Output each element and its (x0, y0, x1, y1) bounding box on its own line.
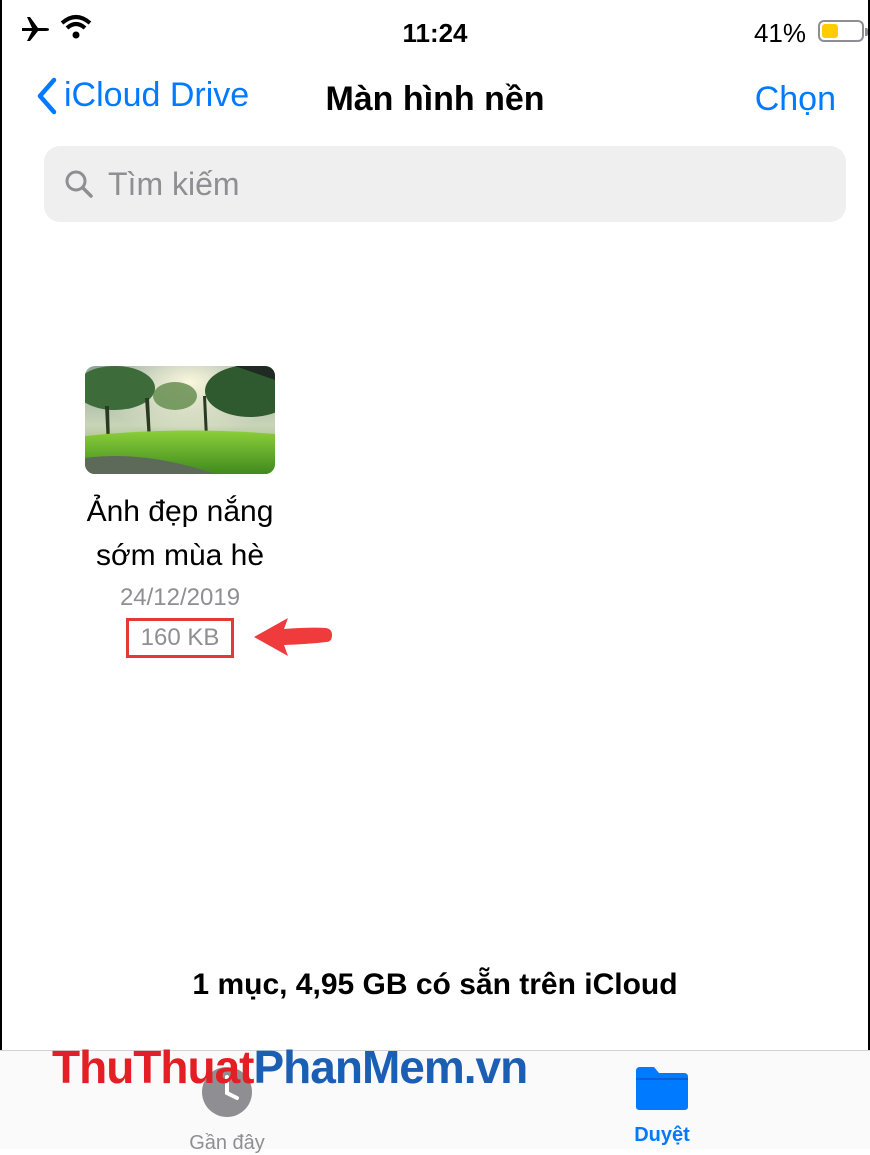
battery-icon (818, 20, 868, 42)
file-thumbnail (85, 366, 275, 474)
battery-percent: 41% (753, 18, 806, 48)
file-name-line-1: Ảnh đẹp nắng (86, 495, 274, 528)
file-size-highlight: 160 KB (125, 618, 235, 658)
highlight-arrow-icon (254, 618, 332, 656)
search-input[interactable] (106, 164, 810, 204)
file-name-line-2: sớm mùa hè (95, 539, 265, 572)
watermark-logo: ThuThuatPhanMem.vn (52, 1040, 529, 1094)
status-time: 11:24 (402, 18, 468, 48)
file-name: Ảnh đẹp nắng sớm mùa hè (60, 490, 300, 578)
watermark-part-1: ThuThuat (52, 1041, 254, 1093)
back-label: iCloud Drive (64, 76, 250, 114)
back-button[interactable]: iCloud Drive (36, 76, 249, 115)
status-bar: 11:24 41% (0, 0, 870, 60)
file-size: 160 KB (125, 618, 235, 658)
folder-icon (636, 1067, 688, 1110)
tab-recent-label: Gần đây (189, 1132, 265, 1154)
nav-bar: iCloud Drive Màn hình nền Chọn (0, 64, 870, 134)
tab-browse-label: Duyệt (634, 1124, 690, 1146)
search-icon (65, 170, 93, 198)
select-button[interactable]: Chọn (755, 80, 836, 119)
battery-fill (822, 24, 838, 38)
tab-browse[interactable]: Duyệt (582, 1065, 742, 1147)
battery-nub (865, 28, 868, 36)
watermark-part-2: PhanMem.vn (253, 1041, 529, 1093)
search-bar[interactable] (44, 146, 846, 222)
file-date: 24/12/2019 (119, 584, 241, 611)
storage-info: 1 mục, 4,95 GB có sẵn trên iCloud (192, 968, 678, 1001)
chevron-left-icon (37, 77, 57, 114)
